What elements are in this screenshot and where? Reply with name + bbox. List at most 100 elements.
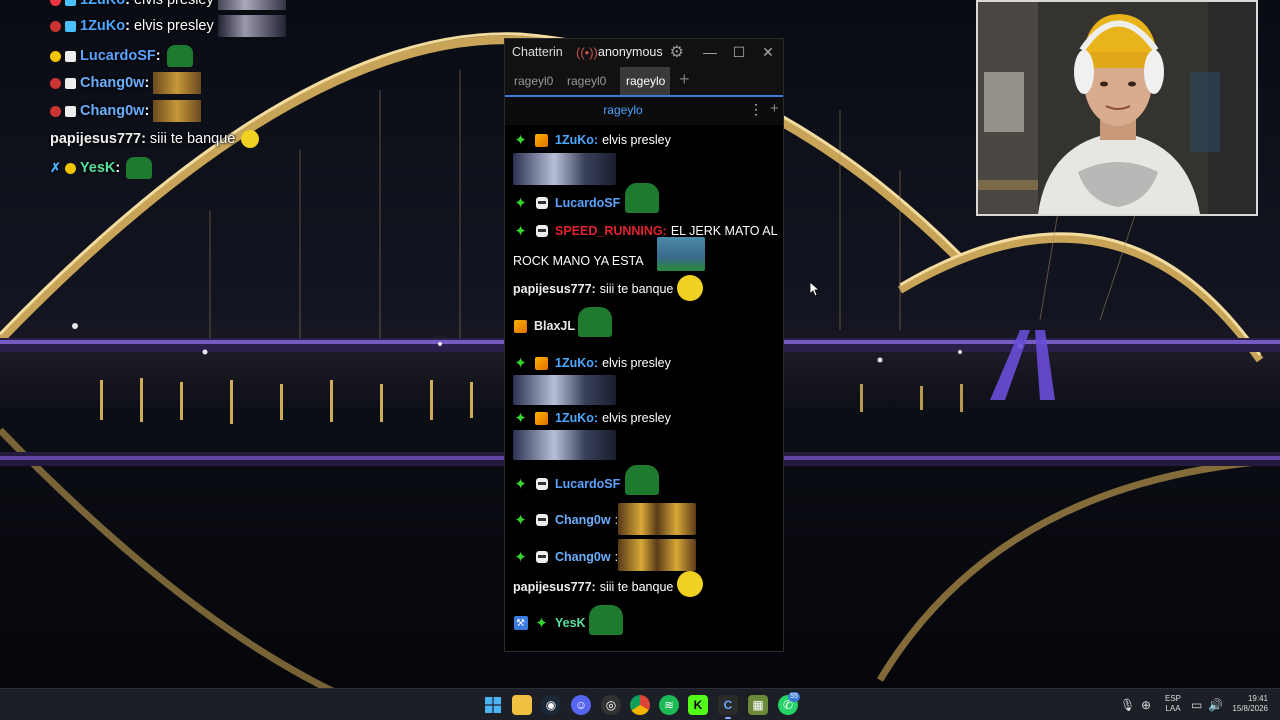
emoji-emote[interactable] <box>677 571 703 597</box>
message-list[interactable]: ✦ 1ZuKo: elvis presley ✦ LucardoSF: ✦ SP… <box>505 125 783 651</box>
emoji-emote[interactable] <box>677 275 703 301</box>
tab-rageyl0[interactable]: rageyl0 <box>508 67 559 95</box>
overlay-chat-line: LucardoSF: <box>50 43 193 69</box>
kick-icon[interactable]: K <box>688 695 708 715</box>
sword-icon: ✗ <box>50 160 61 175</box>
kid-emote[interactable] <box>657 237 705 271</box>
chat-message[interactable]: papijesus777: siii te banque <box>513 571 775 611</box>
spotify-icon[interactable]: ≋ <box>659 695 679 715</box>
minions-emote[interactable] <box>618 539 696 571</box>
badge-icon <box>65 77 76 89</box>
chat-username[interactable]: Chang0w <box>555 550 611 564</box>
chat-message[interactable]: ✦ LucardoSF: <box>513 183 775 221</box>
title-bar[interactable]: Chatterino ((•)) anonymous ⚙ — ☐ ✕ <box>505 39 783 65</box>
pepe-emote[interactable] <box>589 605 623 635</box>
overlay-username: 1ZuKo <box>80 18 126 34</box>
chat-message[interactable]: BlaxJL: <box>513 307 775 347</box>
elvis-emote <box>217 15 286 37</box>
badge-icon <box>50 50 61 62</box>
split-header[interactable]: rageylo ⋮ + <box>505 95 783 125</box>
badge-icon <box>65 20 76 32</box>
robot-badge-icon <box>534 196 549 211</box>
clock-date: 15/8/2026 <box>1232 704 1268 713</box>
add-split-icon[interactable]: + <box>770 100 779 117</box>
pepe-emote <box>126 157 153 179</box>
tab-rageylo[interactable]: rageylo <box>620 67 670 95</box>
taskbar: ◉ ☺ ◎ ≋ K C ▦ ✆ 55 🎙 ⊕ ESP LAA ▭ 🔊 19:41… <box>0 688 1280 720</box>
discord-icon[interactable]: ☺ <box>571 695 591 715</box>
robot-badge-icon <box>534 477 549 492</box>
close-button[interactable]: ✕ <box>757 42 779 62</box>
chat-username[interactable]: LucardoSF <box>555 477 620 491</box>
elvis-gif-emote[interactable] <box>513 153 616 185</box>
language-indicator[interactable]: ESP LAA <box>1163 694 1183 714</box>
sparkle-badge-icon: ✦ <box>514 194 527 212</box>
pepe-emote[interactable] <box>578 307 612 337</box>
chat-message[interactable]: ⚒ ✦ YesK: <box>513 605 775 647</box>
chat-message[interactable]: papijesus777: siii te banque <box>513 275 775 311</box>
chat-username[interactable]: 1ZuKo: <box>555 356 598 370</box>
chat-username[interactable]: Chang0w <box>555 513 611 527</box>
robot-badge-icon <box>534 513 549 528</box>
clock-time: 19:41 <box>1247 694 1268 703</box>
language-code: ESP <box>1164 694 1181 703</box>
gear-icon[interactable]: ⚙ <box>670 42 684 62</box>
chrome-icon[interactable] <box>630 695 650 715</box>
steam-icon[interactable]: ◉ <box>541 695 561 715</box>
pepe-emote <box>166 45 193 67</box>
chat-message[interactable]: ✦ LucardoSF: <box>513 465 775 501</box>
chat-username[interactable]: YesK <box>555 616 586 630</box>
overlay-chat-line: Chang0w: <box>50 70 202 96</box>
maximize-button[interactable]: ☐ <box>728 42 750 62</box>
minions-emote <box>153 100 202 122</box>
clock[interactable]: 19:41 15/8/2026 <box>1224 694 1268 714</box>
elvis-gif-emote[interactable] <box>513 430 616 460</box>
minions-emote[interactable] <box>618 503 696 535</box>
pepe-emote[interactable] <box>625 465 659 495</box>
obs-icon[interactable]: ◎ <box>601 695 621 715</box>
sparkle-badge-icon: ✦ <box>514 131 527 149</box>
chat-message[interactable]: ✦ SPEED_RUNNING: EL JERK MATO AL ROCK MA… <box>513 221 778 275</box>
chatterino-window[interactable]: Chatterino ((•)) anonymous ⚙ — ☐ ✕ ragey… <box>504 38 784 652</box>
badge-icon <box>50 105 61 117</box>
chat-username[interactable]: papijesus777: <box>513 580 596 594</box>
overlay-username: LucardoSF <box>80 48 156 64</box>
chat-message[interactable]: ✦ 1ZuKo: elvis presley <box>513 128 775 188</box>
elvis-gif-emote[interactable] <box>513 375 616 405</box>
chat-username[interactable]: LucardoSF <box>555 196 620 210</box>
overlay-chat-line: 1ZuKo: elvis presley <box>50 0 286 13</box>
volume-icon[interactable]: 🔊 <box>1208 698 1223 712</box>
pepe-emote[interactable] <box>625 183 659 213</box>
chatterino-icon[interactable]: C <box>718 695 738 715</box>
cube-badge-icon <box>534 356 549 371</box>
microphone-icon[interactable]: 🎙 <box>1120 698 1135 712</box>
account-name[interactable]: anonymous <box>598 45 663 59</box>
chat-message[interactable]: ✦ Chang0w: <box>513 539 775 575</box>
overlay-username: Chang0w <box>80 75 145 91</box>
windows-start-icon[interactable] <box>483 695 503 715</box>
streamer-image <box>978 2 1256 214</box>
display-icon[interactable]: ▭ <box>1191 698 1202 712</box>
network-icon[interactable]: ⊕ <box>1141 698 1151 712</box>
tab-rageyl0-2[interactable]: rageyl0 <box>561 67 612 95</box>
channel-name[interactable]: rageylo <box>505 103 741 117</box>
chat-text-continued: ROCK MANO YA ESTA <box>513 254 644 268</box>
chat-username[interactable]: papijesus777: <box>513 282 596 296</box>
chat-username[interactable]: BlaxJL <box>534 319 575 333</box>
minimize-button[interactable]: — <box>699 42 721 62</box>
overlay-username: papijesus777 <box>50 131 142 147</box>
file-explorer-icon[interactable] <box>512 695 532 715</box>
chat-message[interactable]: ✦ 1ZuKo: elvis presley <box>513 406 775 460</box>
chat-username[interactable]: 1ZuKo: <box>555 411 598 425</box>
more-vertical-icon[interactable]: ⋮ <box>749 101 763 118</box>
chat-message[interactable]: ✦ 1ZuKo: elvis presley <box>513 351 775 405</box>
cube-badge-icon <box>513 319 528 334</box>
live-broadcast-icon[interactable]: ((•)) <box>576 45 598 60</box>
add-tab-icon[interactable]: + <box>679 67 690 93</box>
sparkle-badge-icon: ✦ <box>535 614 548 632</box>
language-layout: LAA <box>1165 704 1181 713</box>
minecraft-icon[interactable]: ▦ <box>748 695 768 715</box>
chat-message[interactable]: ✦ Chang0w: <box>513 501 775 537</box>
chat-username[interactable]: 1ZuKo: <box>555 133 598 147</box>
chat-username[interactable]: SPEED_RUNNING: <box>555 224 667 238</box>
